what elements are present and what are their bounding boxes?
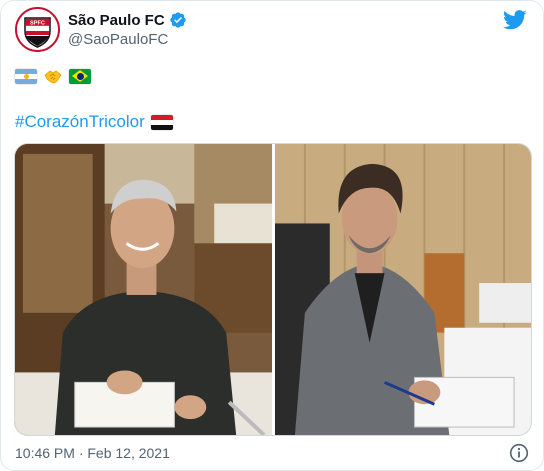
tricolor-flag-icon — [150, 114, 173, 130]
handshake-emoji-icon — [44, 70, 62, 84]
photo-signing-restaurant[interactable] — [15, 144, 272, 435]
media-grid — [14, 143, 532, 436]
avatar-text: SPFC — [30, 21, 45, 27]
twitter-bird-icon[interactable] — [503, 10, 527, 30]
tweet-timestamp[interactable]: 10:46 PM · Feb 12, 2021 — [15, 445, 170, 461]
name-row: São Paulo FC — [68, 10, 187, 30]
tweet-card: SPFC São Paulo FC @SaoPauloFC #CorazónTr… — [0, 0, 544, 471]
info-icon[interactable] — [509, 443, 529, 463]
argentina-flag-icon — [15, 68, 37, 84]
brazil-flag-icon — [69, 68, 91, 84]
display-name[interactable]: São Paulo FC — [68, 12, 165, 29]
hashtag-line: #CorazónTricolor — [15, 111, 173, 133]
verified-badge-icon — [170, 12, 186, 28]
hashtag-link[interactable]: #CorazónTricolor — [15, 112, 145, 132]
emoji-line — [15, 65, 91, 87]
account-handle[interactable]: @SaoPauloFC — [68, 31, 168, 48]
photo-signing-office[interactable] — [275, 144, 531, 435]
avatar[interactable]: SPFC — [15, 7, 60, 52]
